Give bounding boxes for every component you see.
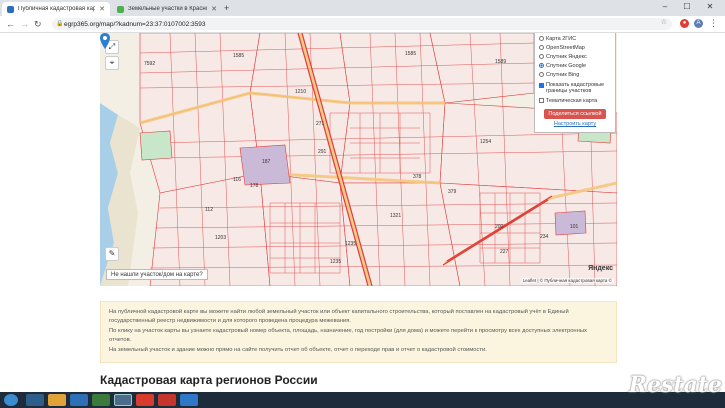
lock-icon: 🔒	[56, 21, 64, 27]
close-window-button[interactable]: ✕	[700, 2, 720, 11]
parcel-label: 187	[262, 159, 271, 165]
browser-tab-strip: Публичная кадастровая карта ✕ Земельные …	[0, 0, 725, 16]
ruler-button[interactable]: ✎	[105, 247, 119, 261]
layer-option[interactable]: Спутник Google	[539, 61, 611, 70]
address-toolbar: ← → ↻ 🔒 egrp365.org/map/?kadnum=23:37:01…	[0, 16, 725, 33]
map-favicon-icon	[7, 5, 14, 13]
info-paragraph: На публичной кадастровой карте вы можете…	[109, 309, 569, 324]
parcel-label: 1210	[295, 89, 306, 95]
taskbar-app-icon[interactable]	[158, 394, 176, 406]
start-button[interactable]	[4, 394, 18, 406]
address-url: egrp365.org/map/?kadnum=23:37:0107002:35…	[64, 20, 206, 28]
parcel-label: 1235	[330, 259, 341, 265]
close-tab-icon[interactable]: ✕	[211, 5, 217, 13]
windows-taskbar	[0, 392, 725, 408]
layer-label: Спутник Яндекс	[546, 53, 587, 60]
layer-option[interactable]: OpenStreetMap	[539, 43, 611, 52]
new-tab-button[interactable]: +	[224, 3, 229, 13]
layer-option[interactable]: Спутник Bing	[539, 70, 611, 79]
parcel-label: 271	[316, 121, 325, 127]
parcel-label: 1254	[480, 139, 491, 145]
not-found-button[interactable]: Не нашли участок/дом на карте?	[106, 269, 208, 280]
tab-cadastral-map[interactable]: Публичная кадастровая карта ✕	[2, 2, 110, 16]
taskbar-app-icon[interactable]	[136, 394, 154, 406]
radio-icon[interactable]	[539, 72, 544, 77]
checkbox-label: Показать кадастровые границы участков	[546, 82, 605, 94]
taskbar-app-icon[interactable]	[48, 394, 66, 406]
close-tab-icon[interactable]: ✕	[99, 5, 105, 13]
minimize-button[interactable]: –	[655, 2, 675, 11]
taskbar-app-icon[interactable]	[92, 394, 110, 406]
parcel-label: 378	[413, 174, 422, 180]
info-paragraph: На земельный участок и здание можно прям…	[109, 347, 487, 354]
star-icon[interactable]: ☆	[661, 18, 667, 26]
parcel-label: 1589	[495, 59, 506, 65]
radio-icon[interactable]	[539, 54, 544, 59]
watermark-logo: Restate	[628, 372, 722, 398]
parcel-label: 291	[318, 149, 327, 155]
layer-label: Спутник Google	[546, 62, 586, 69]
checkbox-icon[interactable]	[539, 98, 544, 103]
tab-title: Публичная кадастровая карта	[18, 6, 96, 12]
land-favicon-icon	[117, 5, 124, 13]
park-area	[139, 130, 173, 161]
parcel-label: 1235	[345, 241, 356, 247]
parcel-label: 178	[250, 183, 259, 189]
parcel-label: 1585	[405, 51, 416, 57]
parcel-label: 7592	[144, 61, 155, 67]
parcel-label: 234	[540, 234, 549, 240]
layer-label: OpenStreetMap	[546, 44, 585, 51]
profile-avatar[interactable]: A	[694, 19, 703, 28]
parcel-label: 101	[570, 224, 579, 230]
taskbar-app-icon[interactable]	[26, 394, 44, 406]
layer-option[interactable]: Спутник Яндекс	[539, 52, 611, 61]
info-box: На публичной кадастровой карте вы можете…	[100, 301, 617, 363]
reload-icon[interactable]: ↻	[34, 19, 42, 30]
checkbox-label: Тематическая карта	[546, 97, 598, 104]
taskbar-app-icon[interactable]	[180, 394, 198, 406]
menu-icon[interactable]: ⋮	[709, 18, 718, 29]
building-block	[239, 144, 291, 186]
share-link-button[interactable]: Поделиться ссылкой	[544, 109, 606, 119]
extension-icon[interactable]: ●	[680, 19, 689, 28]
provider-logo: Яндекс	[588, 265, 613, 272]
location-pin-icon[interactable]	[100, 33, 110, 49]
checkbox-checked-icon[interactable]	[539, 83, 544, 88]
parcel-label: 1203	[215, 235, 226, 241]
taskbar-app-icon[interactable]	[70, 394, 88, 406]
info-paragraph: По клику на участок карты вы узнаете кад…	[109, 328, 587, 343]
tab-land-plots[interactable]: Земельные участки в Краснод… ✕	[112, 2, 222, 16]
thematic-toggle[interactable]: Тематическая карта	[539, 96, 611, 105]
address-bar[interactable]: 🔒 egrp365.org/map/?kadnum=23:37:0107002:…	[52, 18, 672, 30]
parcel-label: 116	[233, 177, 241, 183]
map-attribution[interactable]: Leaflet | © Публичная кадастровая карта …	[520, 278, 614, 283]
setup-map-link[interactable]: Настроить карту	[539, 121, 611, 127]
taskbar-chrome-icon[interactable]	[114, 394, 132, 406]
parcel-label: 227	[500, 249, 509, 255]
maximize-button[interactable]: ☐	[677, 2, 697, 11]
cadastral-toggle[interactable]: Показать кадастровые границы участков	[539, 82, 611, 96]
layer-label: Спутник Bing	[546, 71, 580, 78]
forward-icon[interactable]: →	[20, 19, 29, 29]
layer-panel: Карта 2ГИС OpenStreetMap Спутник Яндекс …	[534, 33, 616, 133]
cadastral-map[interactable]: 7592 1585 1585 187 1589 378 379 271 291 …	[100, 33, 617, 286]
back-icon[interactable]: ←	[6, 19, 15, 29]
parcel-label: 200	[495, 224, 504, 230]
radio-icon[interactable]	[539, 36, 544, 41]
tab-title: Земельные участки в Краснод…	[128, 6, 207, 12]
layer-option[interactable]: Карта 2ГИС	[539, 34, 611, 43]
radio-icon[interactable]	[539, 45, 544, 50]
layer-label: Карта 2ГИС	[546, 35, 577, 42]
parcel-label: 1321	[390, 213, 401, 219]
parcel-label: 379	[448, 189, 457, 195]
radio-selected-icon[interactable]	[539, 63, 544, 68]
building-block	[554, 210, 587, 236]
location-button[interactable]: ⌖	[105, 56, 119, 70]
parcel-label: 112	[205, 207, 213, 213]
parcel-label: 1585	[233, 53, 244, 59]
section-heading: Кадастровая карта регионов России	[100, 373, 318, 387]
